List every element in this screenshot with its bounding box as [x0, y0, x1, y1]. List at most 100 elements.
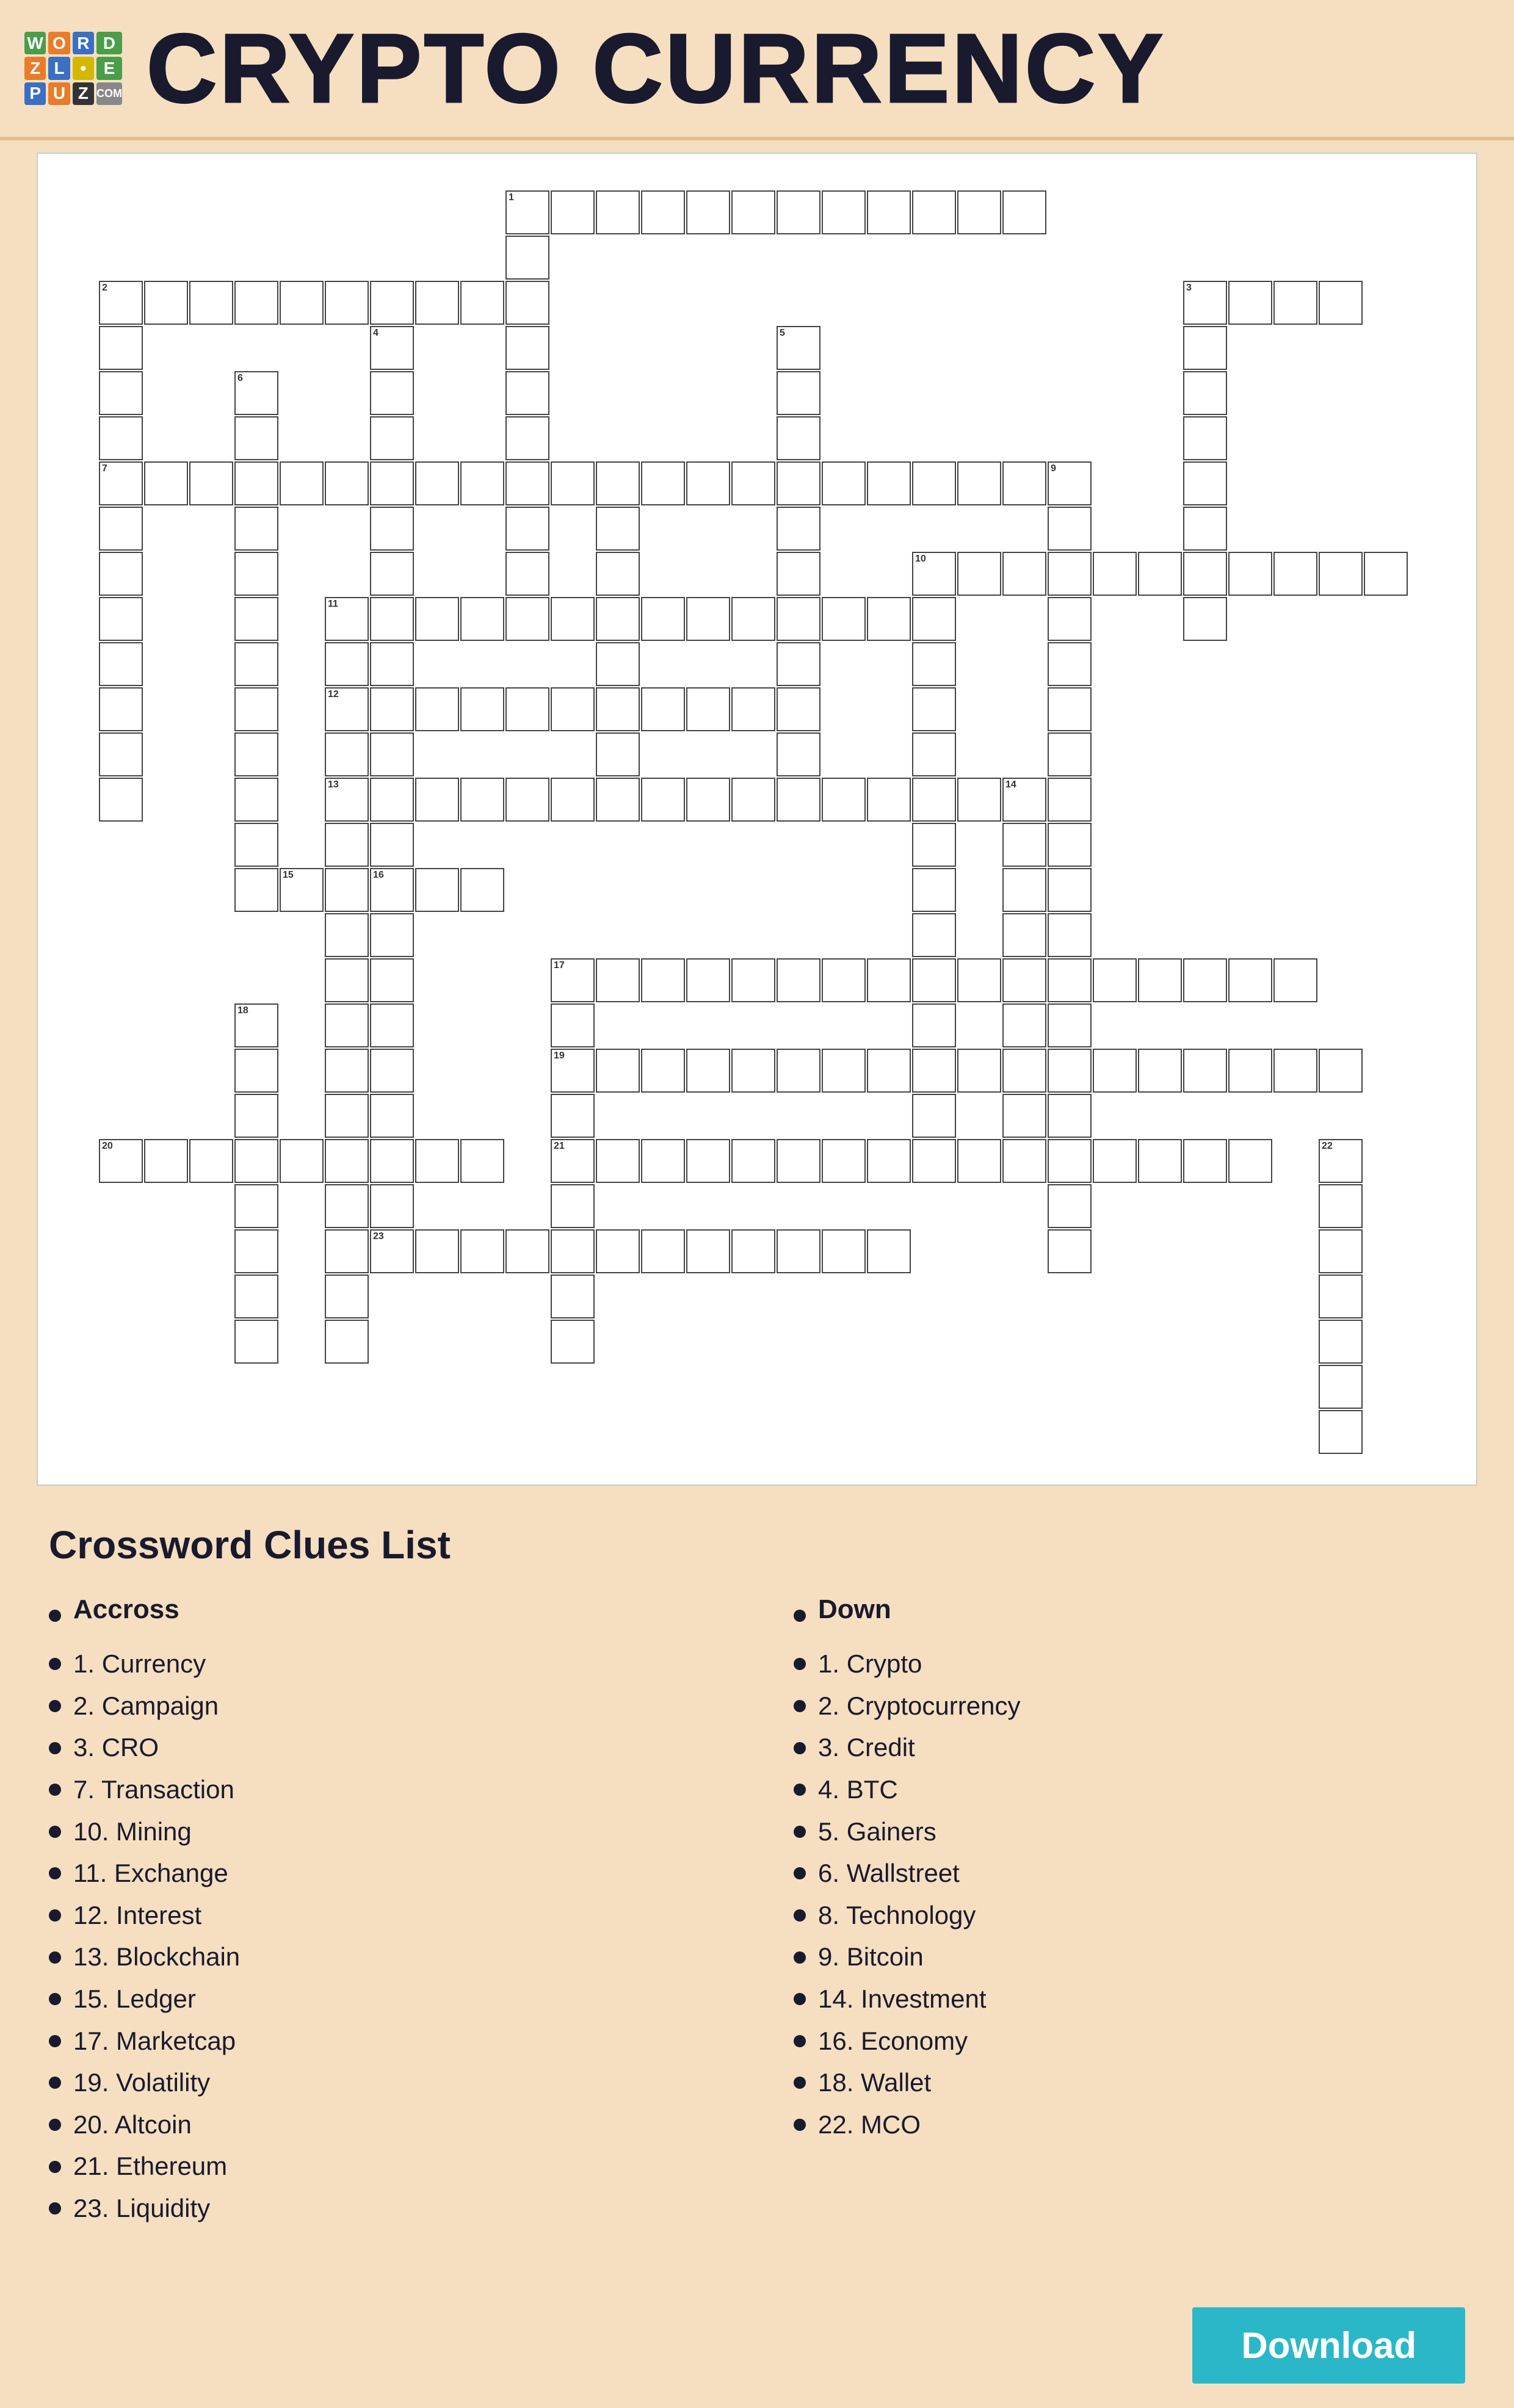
crossword-cell[interactable]: [415, 868, 459, 912]
crossword-cell[interactable]: [234, 1139, 278, 1183]
crossword-cell[interactable]: [325, 823, 369, 867]
crossword-cell[interactable]: [777, 416, 820, 460]
crossword-cell[interactable]: [370, 507, 414, 551]
crossword-cell[interactable]: [460, 597, 504, 641]
crossword-cell[interactable]: [777, 732, 820, 776]
crossword-cell[interactable]: [505, 281, 549, 325]
crossword-cell[interactable]: [325, 732, 369, 776]
crossword-cell[interactable]: [415, 687, 459, 731]
crossword-cell[interactable]: [325, 868, 369, 912]
crossword-cell[interactable]: [641, 687, 685, 731]
crossword-cell[interactable]: [641, 778, 685, 822]
crossword-cell[interactable]: 7: [99, 461, 143, 505]
crossword-cell[interactable]: [1048, 868, 1092, 912]
crossword-cell[interactable]: [325, 461, 369, 505]
crossword-cell[interactable]: [957, 461, 1001, 505]
crossword-cell[interactable]: [325, 1049, 369, 1093]
crossword-cell[interactable]: [1002, 1049, 1046, 1093]
crossword-cell[interactable]: [280, 461, 324, 505]
crossword-cell[interactable]: [596, 642, 640, 686]
crossword-cell[interactable]: [596, 778, 640, 822]
crossword-cell[interactable]: [325, 1275, 369, 1318]
crossword-cell[interactable]: [1228, 552, 1272, 596]
crossword-cell[interactable]: [1048, 732, 1092, 776]
crossword-cell[interactable]: [1138, 1139, 1182, 1183]
crossword-cell[interactable]: [551, 461, 595, 505]
crossword-cell[interactable]: [234, 778, 278, 822]
crossword-cell[interactable]: 13: [325, 778, 369, 822]
crossword-cell[interactable]: [505, 326, 549, 370]
crossword-cell[interactable]: [505, 1229, 549, 1273]
crossword-cell[interactable]: [1048, 687, 1092, 731]
crossword-cell[interactable]: [867, 461, 911, 505]
crossword-cell[interactable]: [505, 416, 549, 460]
crossword-cell[interactable]: [1319, 1410, 1363, 1454]
crossword-cell[interactable]: [686, 1049, 730, 1093]
crossword-cell[interactable]: [1048, 913, 1092, 957]
crossword-cell[interactable]: [777, 190, 820, 234]
crossword-cell[interactable]: [370, 1049, 414, 1093]
crossword-cell[interactable]: [325, 1184, 369, 1228]
crossword-cell[interactable]: [1048, 1049, 1092, 1093]
crossword-cell[interactable]: [1228, 1049, 1272, 1093]
crossword-cell[interactable]: [325, 1094, 369, 1138]
crossword-cell[interactable]: [325, 913, 369, 957]
crossword-cell[interactable]: [370, 1094, 414, 1138]
crossword-cell[interactable]: [505, 597, 549, 641]
crossword-cell[interactable]: [731, 687, 775, 731]
download-button[interactable]: Download: [1192, 2307, 1465, 2384]
crossword-cell[interactable]: [1093, 1139, 1137, 1183]
crossword-cell[interactable]: [641, 1139, 685, 1183]
crossword-cell[interactable]: [957, 552, 1001, 596]
crossword-cell[interactable]: [460, 461, 504, 505]
crossword-cell[interactable]: [234, 1229, 278, 1273]
crossword-cell[interactable]: [957, 958, 1001, 1002]
crossword-cell[interactable]: 22: [1319, 1139, 1363, 1183]
crossword-cell[interactable]: [551, 1003, 595, 1047]
crossword-cell[interactable]: [686, 1139, 730, 1183]
crossword-cell[interactable]: [912, 1139, 956, 1183]
crossword-cell[interactable]: 18: [234, 1003, 278, 1047]
crossword-cell[interactable]: [505, 552, 549, 596]
crossword-cell[interactable]: [370, 687, 414, 731]
crossword-cell[interactable]: 15: [280, 868, 324, 912]
crossword-cell[interactable]: [99, 416, 143, 460]
crossword-cell[interactable]: [957, 778, 1001, 822]
crossword-cell[interactable]: [189, 281, 233, 325]
crossword-cell[interactable]: [912, 958, 956, 1002]
crossword-cell[interactable]: [144, 1139, 188, 1183]
crossword-cell[interactable]: [189, 1139, 233, 1183]
crossword-cell[interactable]: 4: [370, 326, 414, 370]
crossword-cell[interactable]: [686, 687, 730, 731]
crossword-cell[interactable]: [867, 597, 911, 641]
crossword-cell[interactable]: 23: [370, 1229, 414, 1273]
crossword-cell[interactable]: [1183, 461, 1227, 505]
crossword-cell[interactable]: [460, 1229, 504, 1273]
crossword-cell[interactable]: [234, 642, 278, 686]
crossword-cell[interactable]: [596, 1229, 640, 1273]
crossword-cell[interactable]: [234, 868, 278, 912]
crossword-cell[interactable]: [415, 461, 459, 505]
crossword-cell[interactable]: [99, 642, 143, 686]
crossword-cell[interactable]: [1093, 552, 1137, 596]
crossword-cell[interactable]: [460, 868, 504, 912]
crossword-cell[interactable]: [370, 1003, 414, 1047]
crossword-cell[interactable]: [822, 1049, 866, 1093]
crossword-cell[interactable]: [777, 552, 820, 596]
crossword-cell[interactable]: [1002, 823, 1046, 867]
crossword-cell[interactable]: [370, 1184, 414, 1228]
crossword-cell[interactable]: [1273, 958, 1317, 1002]
crossword-cell[interactable]: [912, 597, 956, 641]
crossword-cell[interactable]: [460, 281, 504, 325]
crossword-cell[interactable]: [731, 190, 775, 234]
crossword-cell[interactable]: [686, 597, 730, 641]
crossword-cell[interactable]: [912, 642, 956, 686]
crossword-cell[interactable]: [596, 732, 640, 776]
crossword-cell[interactable]: [415, 597, 459, 641]
crossword-cell[interactable]: [234, 281, 278, 325]
crossword-cell[interactable]: [867, 778, 911, 822]
crossword-cell[interactable]: [1048, 552, 1092, 596]
crossword-cell[interactable]: [1138, 958, 1182, 1002]
crossword-cell[interactable]: [1319, 1275, 1363, 1318]
crossword-cell[interactable]: [777, 687, 820, 731]
